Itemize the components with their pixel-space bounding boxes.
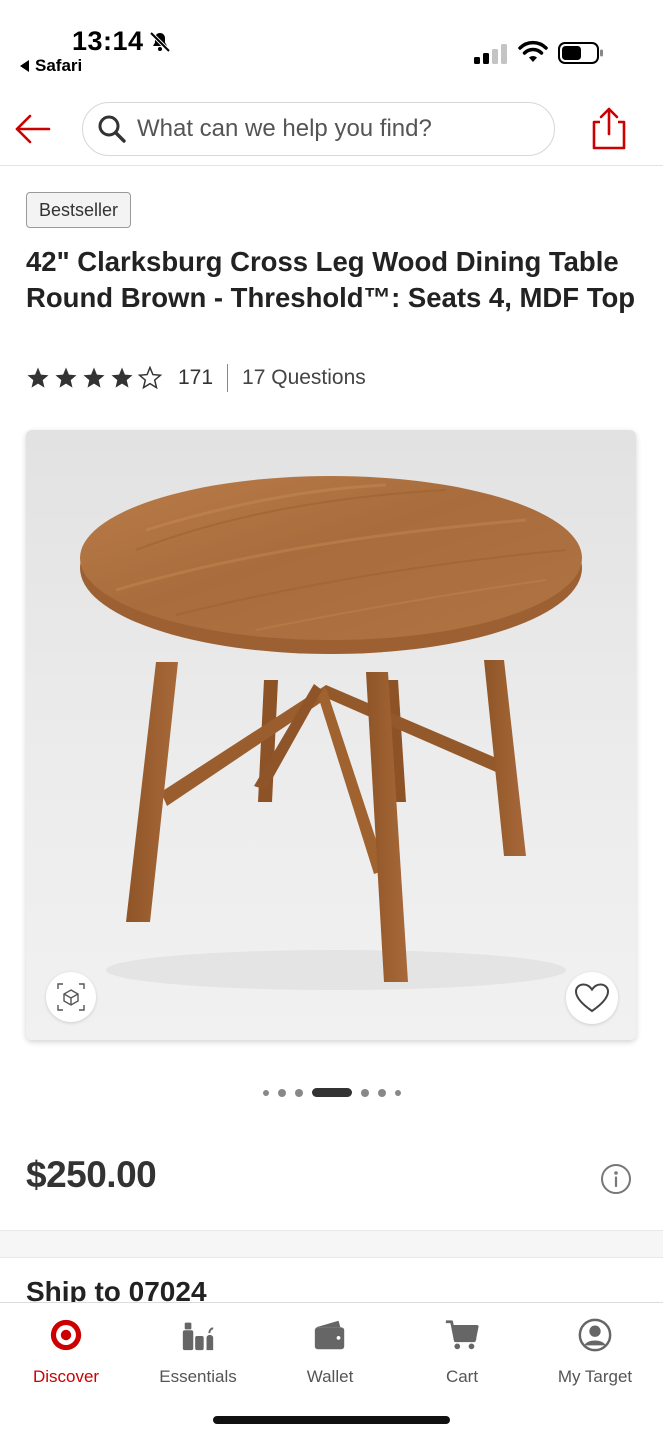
search-input[interactable]: What can we help you find?	[82, 102, 555, 156]
nav-label: Wallet	[306, 1367, 354, 1386]
favorite-button[interactable]	[566, 972, 618, 1024]
nav-wallet[interactable]: Wallet	[264, 1317, 396, 1387]
cart-icon	[445, 1320, 479, 1350]
share-icon[interactable]	[590, 106, 628, 150]
carousel-dot[interactable]	[277, 1088, 286, 1097]
carousel-dot[interactable]	[360, 1088, 369, 1097]
nav-cart[interactable]: Cart	[396, 1317, 528, 1387]
nav-label: Cart	[445, 1367, 479, 1386]
product-title: 42" Clarksburg Cross Leg Wood Dining Tab…	[26, 246, 636, 313]
star-empty-icon	[138, 366, 162, 390]
section-divider	[0, 1230, 663, 1258]
star-rating	[26, 366, 162, 390]
back-app-label: Safari	[35, 56, 83, 75]
nav-label: Discover	[32, 1367, 100, 1386]
carousel-dot[interactable]	[294, 1088, 303, 1097]
status-time: 13:14	[72, 26, 144, 56]
home-indicator[interactable]	[213, 1416, 450, 1424]
nav-label: Essentials	[159, 1367, 237, 1386]
status-bar: 13:14 Safari	[0, 0, 663, 90]
nav-discover[interactable]: Discover	[0, 1317, 132, 1387]
carousel-dot-active[interactable]	[311, 1088, 352, 1097]
star-filled-icon	[83, 367, 105, 388]
star-filled-icon	[111, 367, 133, 388]
back-to-app[interactable]: Safari	[20, 56, 82, 76]
essentials-icon	[182, 1322, 214, 1351]
search-placeholder: What can we help you find?	[137, 115, 432, 142]
nav-my-target[interactable]: My Target	[529, 1317, 661, 1387]
ar-cube-icon	[57, 983, 85, 1011]
review-count[interactable]: 171	[178, 366, 213, 390]
product-price: $250.00	[26, 1154, 157, 1195]
star-filled-icon	[55, 367, 77, 388]
target-bullseye-icon	[50, 1319, 82, 1351]
rating-divider	[227, 364, 229, 392]
product-image[interactable]	[26, 430, 636, 1040]
ar-view-button[interactable]	[46, 972, 96, 1022]
battery-icon	[558, 42, 603, 64]
dining-table-image	[80, 476, 582, 990]
signal-icon	[474, 44, 507, 64]
back-arrow-icon[interactable]	[14, 110, 52, 148]
info-icon[interactable]	[600, 1163, 632, 1195]
carousel-dot[interactable]	[394, 1089, 401, 1096]
carousel-dot[interactable]	[377, 1088, 386, 1097]
carousel-dot[interactable]	[262, 1089, 269, 1096]
carousel-dots[interactable]	[0, 1088, 663, 1097]
account-icon	[578, 1318, 612, 1352]
nav-essentials[interactable]: Essentials	[132, 1317, 264, 1387]
wallet-icon	[314, 1320, 345, 1350]
rating-row[interactable]: 171 17 Questions	[26, 362, 366, 394]
heart-icon	[575, 983, 609, 1013]
bell-muted-icon	[149, 31, 171, 53]
bestseller-badge: Bestseller	[26, 192, 132, 228]
wifi-icon	[518, 40, 548, 62]
back-triangle-icon	[20, 60, 29, 72]
search-header: What can we help you find?	[0, 96, 663, 166]
questions-link[interactable]: 17 Questions	[242, 366, 366, 390]
nav-label: My Target	[557, 1367, 633, 1386]
star-filled-icon	[27, 367, 49, 388]
search-icon	[98, 115, 126, 143]
